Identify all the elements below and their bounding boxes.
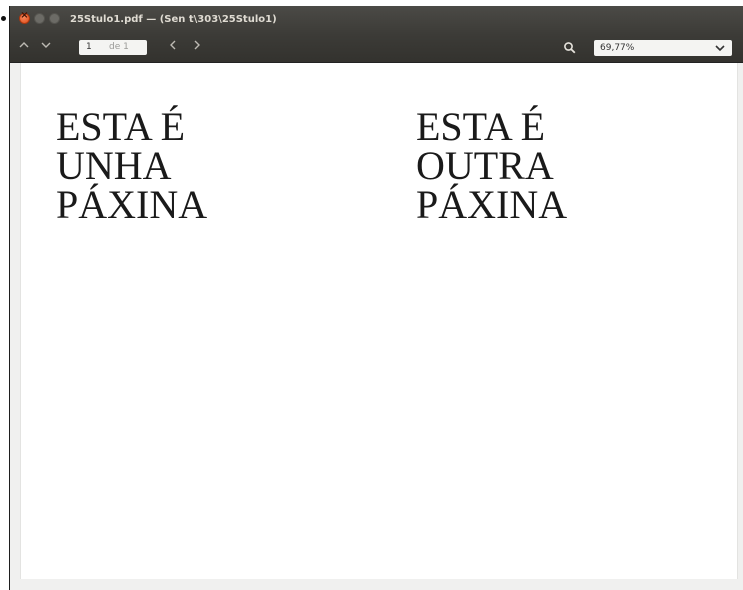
next-page-button[interactable] [38, 39, 54, 55]
zoom-select[interactable]: 69,77% [594, 40, 732, 56]
viewer-toolbar: 1 de 1 69,77% [10, 35, 743, 63]
window-title: 25Stulo1.pdf — (Sen t\303\25Stulo1) [70, 14, 277, 25]
search-icon [564, 42, 576, 54]
minimize-window-button[interactable] [34, 13, 45, 24]
close-window-button[interactable] [19, 10, 30, 24]
current-page-value: 1 [86, 42, 92, 52]
document-page: ESTA É UNHA PÁXINA ESTA É OUTRA PÁXINA [20, 63, 738, 579]
page-number-input[interactable]: 1 de 1 [79, 40, 147, 55]
search-button[interactable] [563, 41, 577, 55]
document-line: OUTRA [416, 143, 554, 188]
chevron-down-icon [41, 42, 51, 48]
chevron-right-icon [194, 40, 200, 50]
document-line: PÁXINA [56, 182, 208, 227]
title-bar: 25Stulo1.pdf — (Sen t\303\25Stulo1) [10, 6, 743, 35]
chevron-down-icon [715, 45, 725, 52]
forward-button[interactable] [189, 39, 205, 55]
previous-page-button[interactable] [16, 39, 32, 55]
document-viewer-window: 25Stulo1.pdf — (Sen t\303\25Stulo1) 1 de… [9, 6, 743, 590]
right-column-text: ESTA É OUTRA PÁXINA [416, 104, 568, 227]
back-button[interactable] [165, 39, 181, 55]
zoom-value: 69,77% [600, 43, 635, 53]
left-column-text: ESTA É UNHA PÁXINA [56, 104, 208, 227]
document-line: PÁXINA [416, 182, 568, 227]
bullet-dot [1, 16, 6, 21]
chevron-up-icon [19, 42, 29, 48]
maximize-window-button[interactable] [49, 13, 60, 24]
document-line: ESTA É [56, 104, 186, 149]
page-count-label: de 1 [109, 42, 129, 52]
document-line: ESTA É [416, 104, 546, 149]
chevron-left-icon [170, 40, 176, 50]
document-line: UNHA [56, 143, 172, 188]
